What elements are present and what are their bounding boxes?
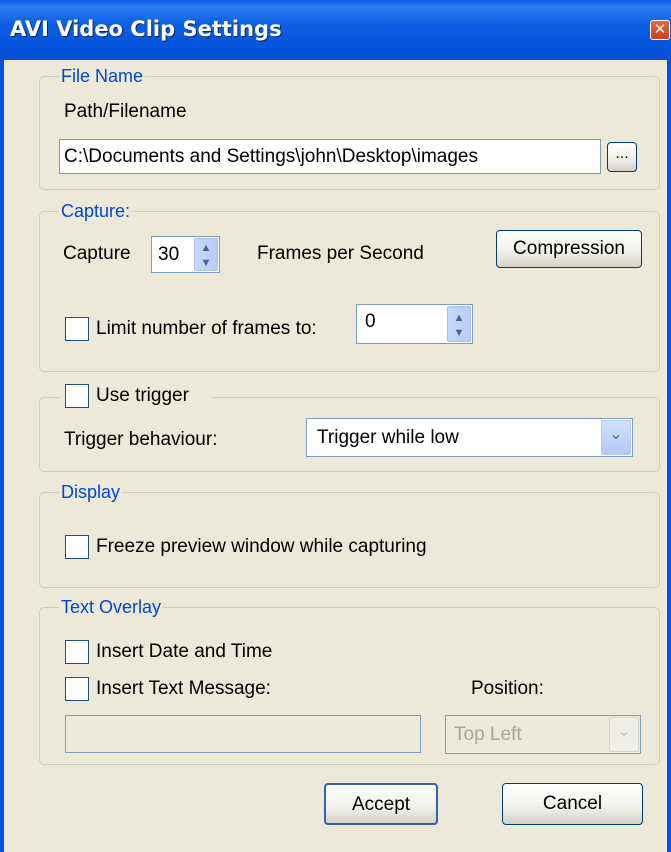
- limit-spin-buttons[interactable]: ▲ ▼: [447, 306, 471, 342]
- trigger-behaviour-label: Trigger behaviour:: [64, 429, 218, 450]
- trigger-behaviour-select[interactable]: Trigger while low ⌄: [306, 418, 633, 457]
- dialog-window: AVI Video Clip Settings ✕ File Name Path…: [0, 0, 671, 852]
- capture-label: Capture: [63, 243, 131, 264]
- insert-message-label: Insert Text Message:: [96, 678, 271, 699]
- text-overlay-legend: Text Overlay: [59, 597, 164, 617]
- spin-down-icon[interactable]: ▼: [448, 327, 470, 339]
- title-bar[interactable]: AVI Video Clip Settings ✕: [0, 0, 671, 60]
- cancel-button[interactable]: Cancel: [502, 783, 643, 825]
- close-icon[interactable]: ✕: [650, 20, 670, 40]
- path-label: Path/Filename: [64, 101, 187, 122]
- display-legend: Display: [59, 482, 123, 502]
- insert-datetime-checkbox[interactable]: [65, 640, 89, 664]
- limit-frames-checkbox[interactable]: [65, 317, 89, 341]
- use-trigger-label: Use trigger: [96, 385, 189, 406]
- freeze-preview-label: Freeze preview window while capturing: [96, 536, 427, 557]
- limit-frames-value: 0: [365, 311, 376, 332]
- fps-spin-buttons[interactable]: ▲ ▼: [194, 238, 218, 271]
- trigger-behaviour-value: Trigger while low: [317, 427, 459, 448]
- path-value: C:\Documents and Settings\john\Desktop\i…: [64, 146, 478, 167]
- fps-value: 30: [158, 244, 180, 265]
- spin-up-icon[interactable]: ▲: [195, 242, 217, 254]
- position-value: Top Left: [454, 724, 522, 745]
- use-trigger-checkbox[interactable]: [65, 384, 89, 408]
- insert-datetime-label: Insert Date and Time: [96, 641, 273, 662]
- compression-button[interactable]: Compression: [496, 230, 642, 268]
- message-input[interactable]: [65, 715, 421, 753]
- fps-label: Frames per Second: [257, 243, 424, 264]
- browse-button[interactable]: ...: [607, 142, 637, 172]
- dialog-title: AVI Video Clip Settings: [10, 17, 282, 41]
- path-input[interactable]: C:\Documents and Settings\john\Desktop\i…: [59, 139, 601, 174]
- limit-frames-spinner[interactable]: 0 ▲ ▼: [356, 304, 473, 344]
- chevron-down-icon[interactable]: ⌄: [609, 717, 639, 752]
- position-select[interactable]: Top Left ⌄: [445, 715, 641, 754]
- accept-button[interactable]: Accept: [324, 783, 438, 825]
- freeze-preview-checkbox[interactable]: [65, 535, 89, 559]
- chevron-down-icon[interactable]: ⌄: [601, 420, 631, 455]
- spin-up-icon[interactable]: ▲: [448, 312, 470, 324]
- spin-down-icon[interactable]: ▼: [195, 257, 217, 269]
- file-name-legend: File Name: [59, 66, 146, 86]
- capture-legend: Capture:: [59, 201, 133, 221]
- fps-spinner[interactable]: 30 ▲ ▼: [151, 236, 220, 273]
- position-label: Position:: [471, 678, 544, 699]
- limit-frames-label: Limit number of frames to:: [96, 318, 317, 339]
- insert-message-checkbox[interactable]: [65, 677, 89, 701]
